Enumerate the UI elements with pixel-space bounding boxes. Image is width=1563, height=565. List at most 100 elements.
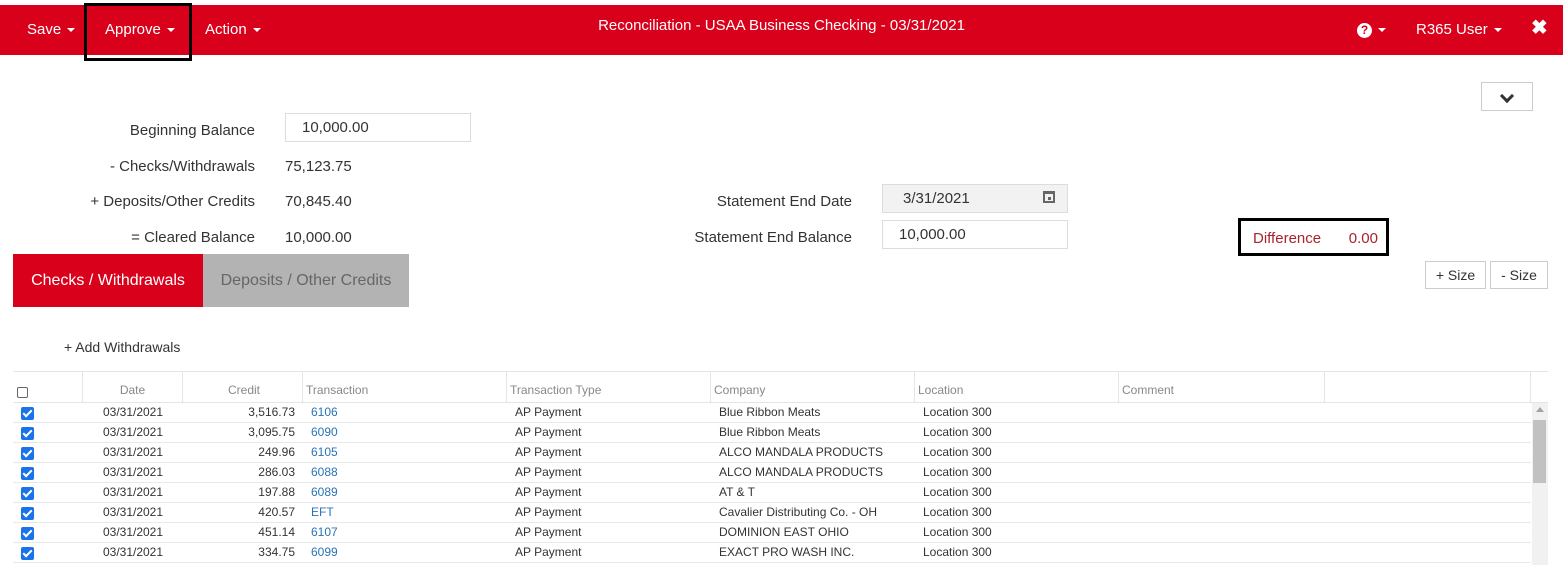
cell-credit: 286.03	[258, 465, 295, 479]
cell-company: EXACT PRO WASH INC.	[719, 545, 855, 559]
cell-transaction[interactable]: 6099	[311, 543, 501, 563]
beginning-balance-label: Beginning Balance	[129, 122, 255, 139]
cell-company: DOMINION EAST OHIO	[719, 525, 849, 539]
caret-down-icon	[252, 28, 261, 33]
scroll-up-arrow-icon[interactable]	[1536, 407, 1544, 412]
cell-transaction-type: AP Payment	[515, 545, 582, 559]
table-row[interactable]: 03/31/2021 451.14 6107 AP Payment DOMINION E…	[13, 523, 1531, 543]
close-icon[interactable]: ✖	[1531, 5, 1548, 55]
grid-vertical-scrollbar[interactable]	[1532, 403, 1548, 565]
cell-location: Location 300	[923, 485, 992, 499]
help-menu[interactable]: ?	[1357, 5, 1386, 55]
cell-date: 03/31/2021	[102, 545, 164, 559]
table-row[interactable]: 03/31/2021 334.75 6099 AP Payment EXACT PRO …	[13, 543, 1531, 563]
action-menu[interactable]: Action	[205, 5, 261, 55]
user-menu-label: R365 User	[1416, 21, 1488, 38]
table-row[interactable]: 03/31/2021 420.57 EFT AP Payment Cavalier Di…	[13, 503, 1531, 523]
column-header-comment[interactable]: Comment	[1119, 372, 1325, 402]
cell-transaction[interactable]: 6090	[311, 423, 501, 443]
cell-credit: 420.57	[258, 505, 295, 519]
cell-transaction-type: AP Payment	[515, 525, 582, 539]
cell-date: 03/31/2021	[102, 525, 164, 539]
increase-size-button[interactable]: + Size	[1425, 261, 1486, 289]
cell-credit: 334.75	[258, 545, 295, 559]
cell-location: Location 300	[923, 525, 992, 539]
cell-date: 03/31/2021	[102, 405, 164, 419]
scrollbar-thumb[interactable]	[1533, 420, 1546, 483]
caret-down-icon	[67, 28, 76, 33]
cell-transaction[interactable]: 6107	[311, 523, 501, 543]
table-row[interactable]: 03/31/2021 3,516.73 6106 AP Payment Blue Rib…	[13, 403, 1531, 423]
cell-credit: 451.14	[258, 525, 295, 539]
cell-company: Cavalier Distributing Co. - OH	[719, 505, 878, 519]
checks-withdrawals-value: 75,123.75	[285, 158, 352, 175]
column-header-transaction-type[interactable]: Transaction Type	[507, 372, 711, 402]
column-header-location[interactable]: Location	[915, 372, 1119, 402]
cell-company: Blue Ribbon Meats	[719, 405, 821, 419]
approve-menu-label: Approve	[105, 21, 161, 38]
cell-date: 03/31/2021	[102, 485, 164, 499]
statement-end-balance-input[interactable]: 10,000.00	[882, 220, 1068, 249]
cell-transaction-type: AP Payment	[515, 485, 582, 499]
cell-transaction[interactable]: 6106	[311, 403, 501, 423]
column-header-company[interactable]: Company	[711, 372, 915, 402]
column-header-spacer	[1325, 372, 1531, 402]
column-header-transaction[interactable]: Transaction	[303, 372, 507, 402]
cell-location: Location 300	[923, 505, 992, 519]
cell-comment	[1127, 503, 1317, 523]
statement-end-date-label: Statement End Date	[716, 193, 852, 210]
approve-menu[interactable]: Approve	[105, 5, 175, 55]
caret-down-icon	[166, 28, 175, 33]
cell-location: Location 300	[923, 425, 992, 439]
column-header-date[interactable]: Date	[83, 372, 183, 402]
checks-withdrawals-label: - Checks/Withdrawals	[109, 158, 255, 175]
save-menu-label: Save	[27, 21, 62, 38]
top-bar: Save Approve Action Reconciliation - USA…	[0, 3, 1563, 61]
cell-comment	[1127, 543, 1317, 563]
row-checkbox[interactable]	[21, 527, 34, 540]
cell-transaction[interactable]: 6088	[311, 463, 501, 483]
statement-end-date-input[interactable]: 3/31/2021	[882, 184, 1068, 213]
cell-transaction-type: AP Payment	[515, 405, 582, 419]
cell-credit: 249.96	[258, 445, 295, 459]
statement-end-balance-label: Statement End Balance	[694, 229, 852, 246]
select-all-checkbox[interactable]	[17, 387, 28, 398]
row-checkbox[interactable]	[21, 427, 34, 440]
cell-date: 03/31/2021	[102, 425, 164, 439]
row-checkbox[interactable]	[21, 487, 34, 500]
user-menu[interactable]: R365 User	[1416, 5, 1502, 55]
cell-credit: 3,095.75	[248, 425, 295, 439]
table-row[interactable]: 03/31/2021 3,095.75 6090 AP Payment Blue Rib…	[13, 423, 1531, 443]
column-header-credit[interactable]: Credit	[183, 372, 303, 402]
tab-checks-withdrawals[interactable]: Checks / Withdrawals	[13, 254, 203, 307]
row-checkbox[interactable]	[21, 547, 34, 560]
cell-location: Location 300	[923, 405, 992, 419]
table-row[interactable]: 03/31/2021 249.96 6105 AP Payment ALCO MANDA…	[13, 443, 1531, 463]
tab-deposits-credits[interactable]: Deposits / Other Credits	[203, 254, 409, 307]
decrease-size-button[interactable]: - Size	[1490, 261, 1548, 289]
collapse-toggle-button[interactable]	[1481, 82, 1533, 111]
calendar-icon[interactable]	[1043, 191, 1055, 203]
row-checkbox[interactable]	[21, 447, 34, 460]
row-checkbox[interactable]	[21, 507, 34, 520]
beginning-balance-input[interactable]: 10,000.00	[285, 113, 471, 142]
caret-down-icon	[1378, 28, 1386, 33]
action-menu-label: Action	[205, 21, 247, 38]
cell-transaction-type: AP Payment	[515, 425, 582, 439]
grid-header: Date Credit Transaction Transaction Type…	[13, 372, 1548, 403]
table-row[interactable]: 03/31/2021 197.88 6089 AP Payment AT & T Loca…	[13, 483, 1531, 503]
cell-date: 03/31/2021	[102, 505, 164, 519]
cell-comment	[1127, 483, 1317, 503]
table-row[interactable]: 03/31/2021 286.03 6088 AP Payment ALCO MANDA…	[13, 463, 1531, 483]
row-checkbox[interactable]	[21, 467, 34, 480]
cell-comment	[1127, 523, 1317, 543]
cell-transaction[interactable]: 6105	[311, 443, 501, 463]
select-all-header	[13, 372, 83, 402]
add-withdrawals-link[interactable]: + Add Withdrawals	[64, 339, 180, 355]
cell-company: ALCO MANDALA PRODUCTS	[719, 445, 884, 459]
cell-location: Location 300	[923, 445, 992, 459]
cell-transaction[interactable]: 6089	[311, 483, 501, 503]
cell-transaction[interactable]: EFT	[311, 503, 501, 523]
save-menu[interactable]: Save	[27, 5, 76, 55]
row-checkbox[interactable]	[21, 407, 34, 420]
